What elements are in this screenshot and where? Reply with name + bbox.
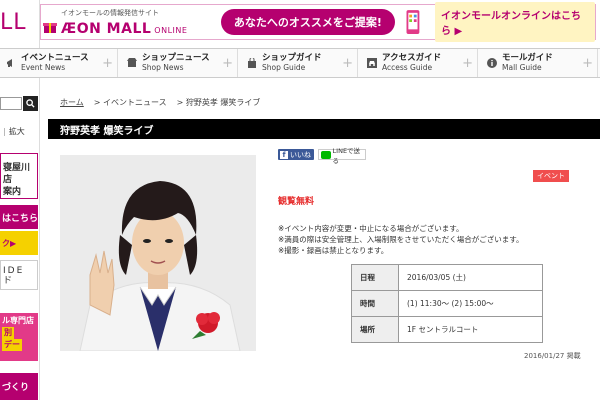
banner-brand-text: ÆON MALL	[61, 20, 152, 37]
table-header-time: 時間	[351, 290, 399, 317]
note-line: ※満員の際は安全管理上、入場制限をさせていただく場合がございます。	[278, 235, 524, 244]
event-notes: ※イベント内容が変更・中止になる場合がございます。 ※満員の際は安全管理上、入場…	[278, 223, 524, 256]
plus-icon: +	[102, 56, 113, 71]
nav-label-en: Event News	[21, 63, 66, 72]
facebook-like-button[interactable]: f いいね	[278, 149, 314, 160]
table-value-place: 1F セントラルコート	[398, 316, 543, 343]
here-button[interactable]: はこちら	[0, 205, 38, 229]
breadcrumb-current: > 狩野英孝 爆笑ライブ	[176, 98, 261, 107]
facebook-like-label: いいね	[290, 150, 311, 159]
search-icon	[26, 99, 35, 108]
shopping-bag-icon	[248, 58, 256, 68]
pink-banner-line3: デー	[2, 339, 22, 351]
store-info-link[interactable]: 寝屋川店 案内	[0, 153, 38, 199]
search-button[interactable]	[23, 96, 38, 111]
aeon-mall-online-logo: イオンモールの情報発信サイト ÆON MALL ONLINE	[41, 8, 199, 37]
smartphone-icon	[406, 10, 420, 34]
share-buttons: f いいね LINEで送る	[278, 147, 366, 165]
table-value-time: (1) 11:30〜 (2) 15:00〜	[398, 290, 543, 317]
note-line: ※イベント内容が変更・中止になる場合がございます。	[278, 224, 464, 233]
banner-brand: ÆON MALL ONLINE	[61, 21, 187, 37]
line-share-label: LINEで送る	[332, 146, 361, 165]
global-nav: イベントニュース Event News + ショップニュース Shop News +…	[0, 48, 600, 78]
bottom-banner-link[interactable]: づくり	[0, 373, 38, 400]
pink-banner-line2: 別	[2, 327, 14, 339]
nav-label-jp: モールガイド	[502, 53, 553, 63]
online-cta-link[interactable]: イオンモールオンラインはこちら ▶	[435, 2, 595, 42]
font-size-separator: |	[3, 126, 6, 136]
table-row: 時間 (1) 11:30〜 (2) 15:00〜	[351, 290, 543, 317]
nav-mall-guide[interactable]: モールガイド Mall Guide +	[478, 49, 598, 77]
plus-icon: +	[582, 56, 593, 71]
megaphone-icon	[7, 59, 12, 67]
posted-date: 2016/01/27 掲載	[524, 352, 581, 360]
nav-shop-guide[interactable]: ショップガイド Shop Guide +	[238, 49, 358, 77]
nav-label-en: Shop Guide	[262, 63, 306, 72]
nav-label-jp: ショップニュース	[142, 53, 210, 63]
nav-label-jp: イベントニュース	[21, 53, 89, 63]
table-row: 日程 2016/03/05 (土)	[351, 264, 543, 291]
recommend-pill[interactable]: あなたへのオススメをご提案!	[220, 9, 396, 35]
info-icon	[487, 58, 497, 68]
nav-label-en: Mall Guide	[502, 63, 542, 72]
free-admission-text: 観覧無料	[278, 197, 315, 207]
nav-label-en: Shop News	[142, 63, 184, 72]
font-size-enlarge[interactable]: 拡大	[9, 126, 25, 137]
banner-brand-suffix: ONLINE	[154, 25, 188, 35]
breadcrumb-event-news[interactable]: > イベントニュース	[94, 97, 167, 108]
table-header-place: 場所	[351, 316, 399, 343]
nav-event-news[interactable]: イベントニュース Event News +	[0, 49, 118, 77]
nav-label-jp: アクセスガイド	[382, 53, 442, 63]
pink-banner-link[interactable]: ル専門店 別 デー	[0, 313, 38, 361]
table-row: 場所 1F セントラルコート	[351, 316, 543, 343]
ride-banner-link[interactable]: IDE ド	[0, 260, 38, 290]
plus-icon: +	[462, 56, 473, 71]
nav-label-en: Access Guide	[382, 63, 433, 72]
breadcrumb-home[interactable]: ホーム	[60, 97, 84, 108]
event-photo	[60, 155, 256, 351]
yellow-banner-link[interactable]: ク▶	[0, 231, 38, 255]
table-value-date: 2016/03/05 (土)	[398, 264, 543, 291]
car-icon	[367, 58, 377, 68]
nav-shop-news[interactable]: ショップニュース Shop News +	[118, 49, 238, 77]
font-size-control: | 拡大	[0, 124, 38, 138]
note-line: ※撮影・録画は禁止となります。	[278, 246, 389, 255]
facebook-icon: f	[280, 150, 288, 159]
breadcrumb: ホーム > イベントニュース > 狩野英孝 爆笑ライブ	[60, 97, 260, 108]
search-input[interactable]	[0, 97, 22, 110]
gift-icon	[43, 22, 57, 33]
event-info-table: 日程 2016/03/05 (土) 時間 (1) 11:30〜 (2) 15:0…	[351, 264, 543, 343]
performer-illustration	[60, 155, 256, 351]
line-share-button[interactable]: LINEで送る	[318, 147, 366, 165]
event-badge: イベント	[533, 170, 569, 182]
page-title: 狩野英孝 爆笑ライブ	[48, 119, 600, 139]
pink-banner-line1: ル専門店	[2, 316, 34, 325]
nav-label-jp: ショップガイド	[262, 53, 322, 63]
table-header-date: 日程	[351, 264, 399, 291]
plus-icon: +	[222, 56, 233, 71]
site-logo[interactable]: LL	[0, 10, 27, 35]
plus-icon: +	[342, 56, 353, 71]
nav-access-guide[interactable]: アクセスガイド Access Guide +	[358, 49, 478, 77]
shop-icon	[127, 58, 137, 67]
online-banner[interactable]: イオンモールの情報発信サイト ÆON MALL ONLINE あなたへのオススメを…	[40, 2, 596, 42]
line-icon	[321, 150, 331, 159]
banner-subtitle: イオンモールの情報発信サイト	[61, 8, 159, 17]
